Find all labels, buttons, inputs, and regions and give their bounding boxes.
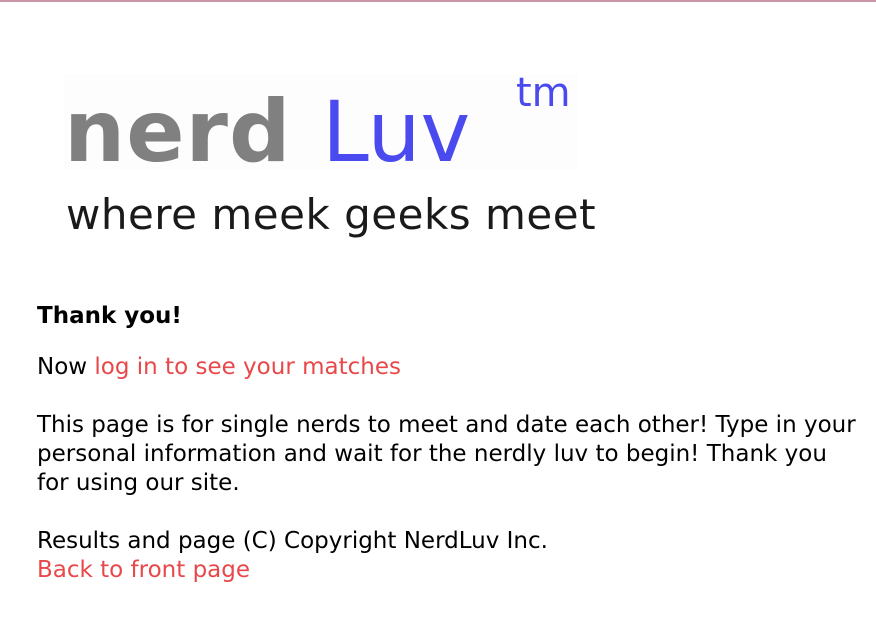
logo-luv-text: Luv [322, 83, 471, 181]
thank-you-heading: Thank you! [37, 303, 182, 329]
top-border [0, 0, 876, 2]
logo-tm-text: tm [516, 70, 571, 116]
logo-nerd-text: nerd [64, 82, 292, 182]
footer: Results and page (C) Copyright NerdLuv I… [37, 527, 857, 585]
back-to-front-page-link[interactable]: Back to front page [37, 557, 250, 583]
logo-tagline: where meek geeks meet [66, 190, 597, 239]
login-prompt: Now log in to see your matches [37, 353, 857, 382]
nerdluv-logo: nerd Luv tm where meek geeks meet [64, 70, 664, 245]
login-prompt-prefix: Now [37, 354, 95, 380]
main-content: Thank you! Now log in to see your matche… [37, 302, 857, 585]
login-link[interactable]: log in to see your matches [94, 354, 401, 380]
site-description: This page is for single nerds to meet an… [37, 412, 856, 496]
copyright-text: Results and page (C) Copyright NerdLuv I… [37, 528, 548, 554]
